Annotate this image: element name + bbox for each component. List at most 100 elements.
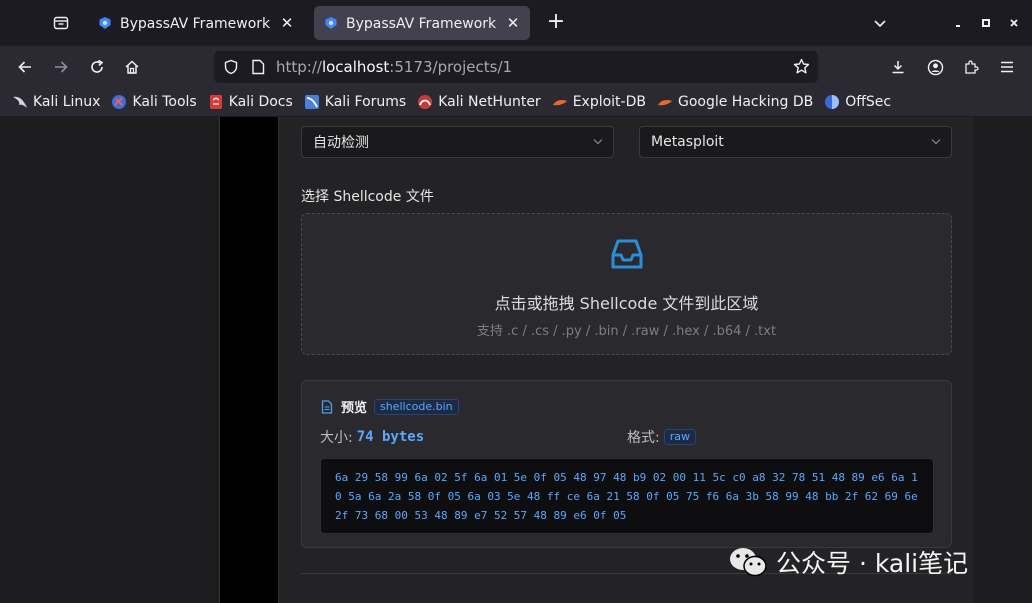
close-icon — [1010, 19, 1018, 27]
bookmark-google-hacking-db[interactable]: Google Hacking DB — [657, 94, 813, 110]
framework-select-value: Metasploit — [651, 134, 724, 150]
shellcode-dropzone[interactable]: 点击或拖拽 Shellcode 文件到此区域 支持 .c / .cs / .py… — [301, 213, 952, 355]
watermark-text: 公众号 · kali笔记 — [776, 549, 969, 578]
tab-list-icon — [53, 16, 69, 30]
bookmark-label: Kali Docs — [228, 94, 293, 110]
shield-favicon-icon — [325, 17, 337, 29]
reload-icon — [91, 59, 104, 73]
detect-select-value: 自动检测 — [313, 135, 369, 151]
framework-select[interactable]: Metasploit — [639, 126, 952, 158]
bookmark-label: Kali Linux — [33, 94, 101, 110]
hamburger-menu-icon — [1001, 61, 1013, 73]
maximize-button[interactable] — [973, 10, 999, 36]
bookmark-label: OffSec — [845, 94, 892, 110]
detect-select[interactable]: 自动检测 — [301, 126, 614, 158]
offsec-icon — [825, 95, 840, 109]
navigation-toolbar: http://localhost:5173/projects/1 — [0, 46, 1032, 88]
tab-close-icon[interactable]: ✕ — [280, 14, 294, 32]
back-button[interactable] — [11, 53, 39, 81]
ghdb-icon — [657, 100, 672, 106]
watermark: 公众号 · kali笔记 — [728, 544, 968, 580]
star-bookmark-icon[interactable] — [793, 58, 810, 75]
dropzone-main-text: 点击或拖拽 Shellcode 文件到此区域 — [494, 294, 759, 313]
file-icon — [321, 399, 333, 414]
address-bar[interactable]: http://localhost:5173/projects/1 — [214, 51, 818, 83]
bookmark-label: Kali NetHunter — [438, 94, 541, 110]
shellcode-file-label: 选择 Shellcode 文件 — [301, 189, 434, 205]
chevron-down-icon — [874, 20, 886, 28]
bookmark-label: Exploit-DB — [572, 94, 646, 110]
wechat-logo-icon — [730, 548, 767, 577]
menu-button[interactable] — [993, 53, 1021, 81]
left-sidebar — [0, 117, 220, 603]
inbox-icon — [611, 239, 643, 269]
bookmark-kali-tools[interactable]: Kali Tools — [111, 94, 197, 110]
tab-bar: BypassAV Framework - 免 ✕ BypassAV Framew… — [0, 0, 1032, 46]
exploit-db-icon — [552, 100, 567, 106]
account-icon — [927, 59, 943, 75]
project-config-card: 自动检测 Metasploit 选择 Shellcode 文件 点击或拖拽 Sh… — [278, 117, 974, 603]
bookmark-label: Google Hacking DB — [677, 94, 814, 110]
browser-tab-1[interactable]: BypassAV Framework - 免 ✕ — [88, 6, 304, 40]
downloads-button[interactable] — [884, 53, 912, 81]
puzzle-extension-icon — [965, 60, 979, 74]
hex-dump: 6a 29 58 99 6a 02 5f 6a 01 5e 0f 05 48 9… — [320, 458, 934, 534]
arrow-left-icon — [18, 61, 31, 73]
filename-tag: shellcode.bin — [374, 398, 459, 415]
bookmark-exploit-db[interactable]: Exploit-DB — [552, 94, 646, 110]
tab-title: BypassAV Framework - 免 — [346, 16, 498, 32]
right-panel — [974, 117, 1032, 603]
shield-favicon-icon — [99, 17, 111, 29]
page-info-icon[interactable] — [251, 59, 265, 75]
size-label: 大小: — [320, 430, 353, 446]
kali-dragon-icon — [13, 96, 27, 108]
chevron-down-icon — [931, 139, 941, 145]
dropzone-hint-text: 支持 .c / .cs / .py / .bin / .raw / .hex /… — [476, 324, 777, 339]
chevron-down-icon — [593, 139, 603, 145]
tab-title: BypassAV Framework - 免 — [120, 16, 272, 32]
minimize-icon — [956, 25, 960, 27]
bookmark-label: Kali Forums — [324, 94, 407, 110]
account-button[interactable] — [921, 53, 949, 81]
url-path: :5173/projects/1 — [389, 58, 513, 76]
preview-title: 预览 — [341, 401, 368, 416]
close-window-button[interactable] — [1001, 10, 1027, 36]
home-button[interactable] — [118, 53, 146, 81]
download-icon — [892, 61, 904, 74]
tab-list-button[interactable] — [46, 8, 76, 38]
format-info: 格式: raw — [627, 427, 696, 447]
kali-forums-icon — [304, 95, 319, 109]
extensions-button[interactable] — [957, 53, 985, 81]
bookmark-kali-docs[interactable]: Kali Docs — [208, 94, 293, 110]
bookmark-kali-linux[interactable]: Kali Linux — [12, 94, 100, 110]
new-tab-button[interactable]: + — [543, 10, 569, 36]
list-all-tabs-button[interactable] — [867, 10, 893, 36]
size-value: 74 bytes — [356, 429, 425, 445]
kali-nethunter-icon — [418, 95, 433, 109]
reload-button[interactable] — [83, 53, 111, 81]
bookmark-offsec[interactable]: OffSec — [824, 94, 891, 110]
forward-button[interactable] — [47, 53, 75, 81]
page-viewport: 自动检测 Metasploit 选择 Shellcode 文件 点击或拖拽 Sh… — [0, 117, 1032, 603]
format-tag: raw — [663, 429, 696, 445]
url-host: localhost — [321, 58, 390, 76]
size-info: 大小: 74 bytes — [320, 427, 424, 447]
maximize-icon — [982, 19, 990, 27]
minimize-button[interactable] — [945, 10, 971, 36]
url-scheme: http:// — [276, 58, 322, 76]
shellcode-preview-panel: 预览 shellcode.bin 大小: 74 bytes 格式: raw 6a… — [301, 380, 952, 548]
bookmarks-toolbar: Kali Linux Kali Tools Kali Docs Kali For… — [0, 88, 1032, 116]
kali-tools-icon — [112, 95, 127, 109]
url-text: http://localhost:5173/projects/1 — [276, 58, 512, 76]
format-label: 格式: — [627, 430, 660, 446]
browser-tab-2-active[interactable]: BypassAV Framework - 免 ✕ — [314, 6, 530, 40]
shield-tracking-icon[interactable] — [223, 59, 239, 75]
bookmark-kali-nethunter[interactable]: Kali NetHunter — [417, 94, 541, 110]
arrow-right-icon — [55, 61, 68, 73]
bookmark-label: Kali Tools — [132, 94, 197, 110]
home-icon — [125, 60, 139, 74]
preview-header: 预览 shellcode.bin — [320, 397, 459, 416]
bookmark-kali-forums[interactable]: Kali Forums — [304, 94, 406, 110]
tab-close-icon[interactable]: ✕ — [506, 14, 520, 32]
kali-docs-icon — [209, 95, 222, 109]
